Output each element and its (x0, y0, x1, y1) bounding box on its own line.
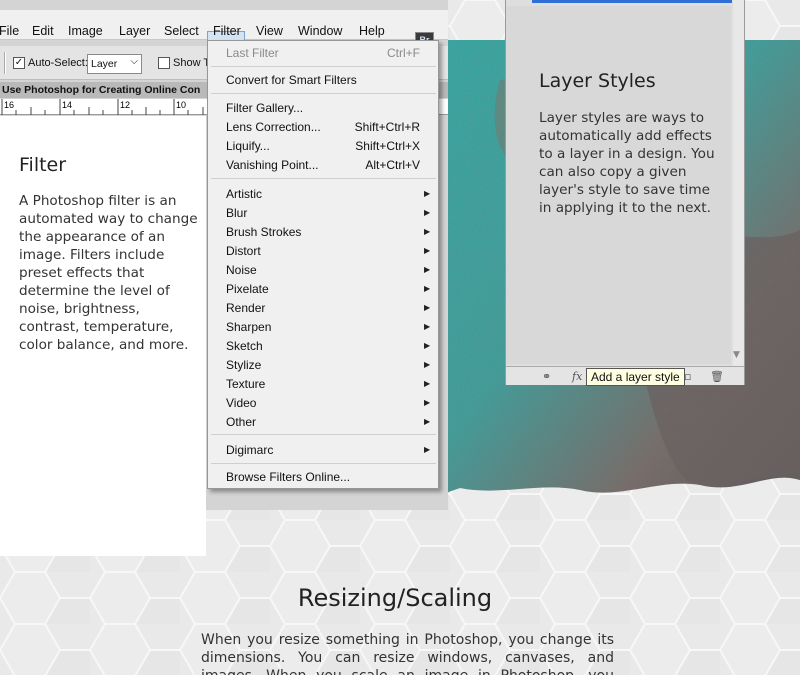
menu-edit[interactable]: Edit (32, 24, 54, 38)
menu-window[interactable]: Window (298, 24, 342, 38)
submenu-arrow-icon: ▶ (424, 246, 431, 255)
submenu-arrow-icon: ▶ (424, 284, 431, 293)
scrollbar[interactable] (733, 0, 744, 366)
trash-icon[interactable]: 🗑 (710, 370, 724, 383)
menu-item-filter-gallery[interactable]: Filter Gallery... (226, 101, 303, 115)
filter-info-card: Filter A Photoshop filter is an automate… (0, 116, 206, 556)
shortcut-liquify: Shift+Ctrl+X (355, 139, 420, 153)
menu-item-liquify[interactable]: Liquify... (226, 139, 270, 153)
menu-item-distort[interactable]: Distort (226, 244, 261, 258)
grip-handle (4, 52, 6, 74)
scroll-down-arrow-icon[interactable]: ▼ (733, 350, 740, 360)
auto-select-checkbox[interactable]: ✓ (13, 57, 25, 69)
menu-item-sketch[interactable]: Sketch (226, 339, 263, 353)
submenu-arrow-icon: ▶ (424, 227, 431, 236)
submenu-arrow-icon: ▶ (424, 322, 431, 331)
menu-item-last-filter[interactable]: Last Filter (226, 46, 279, 60)
menu-separator (211, 434, 436, 435)
panel-header-accent (532, 0, 732, 3)
resizing-description: When you resize something in Photoshop, … (201, 632, 614, 675)
submenu-arrow-icon: ▶ (424, 417, 431, 426)
menu-help[interactable]: Help (359, 24, 385, 38)
shortcut-last-filter: Ctrl+F (387, 46, 420, 60)
menu-item-digimarc[interactable]: Digimarc (226, 443, 273, 457)
menu-separator (211, 66, 436, 67)
layer-dropdown[interactable]: Layer ⌵ (87, 54, 142, 74)
menu-filter[interactable]: Filter (213, 24, 241, 38)
show-transform-label: Show T (173, 57, 211, 69)
submenu-arrow-icon: ▶ (424, 265, 431, 274)
submenu-arrow-icon: ▶ (424, 341, 431, 350)
menu-item-video[interactable]: Video (226, 396, 256, 410)
menu-item-texture[interactable]: Texture (226, 377, 265, 391)
filter-heading: Filter (19, 154, 67, 176)
menu-separator (211, 93, 436, 94)
new-layer-icon[interactable]: ▫ (684, 370, 691, 383)
filter-dropdown-menu: Last Filter Ctrl+F Convert for Smart Fil… (207, 40, 439, 489)
show-transform-checkbox[interactable] (158, 57, 170, 69)
submenu-arrow-icon: ▶ (424, 303, 431, 312)
menu-item-artistic[interactable]: Artistic (226, 187, 262, 201)
menu-item-brush-strokes[interactable]: Brush Strokes (226, 225, 301, 239)
resizing-heading: Resizing/Scaling (297, 584, 493, 612)
menu-item-render[interactable]: Render (226, 301, 265, 315)
menu-select[interactable]: Select (164, 24, 199, 38)
link-layers-icon[interactable]: ⚭ (542, 370, 551, 383)
menu-item-stylize[interactable]: Stylize (226, 358, 261, 372)
menu-separator (211, 178, 436, 179)
submenu-arrow-icon: ▶ (424, 398, 431, 407)
menu-item-noise[interactable]: Noise (226, 263, 257, 277)
menu-item-browse-filters-online[interactable]: Browse Filters Online... (226, 470, 350, 484)
menu-item-convert-smart-filters[interactable]: Convert for Smart Filters (226, 73, 357, 87)
menu-item-pixelate[interactable]: Pixelate (226, 282, 269, 296)
menu-item-blur[interactable]: Blur (226, 206, 247, 220)
submenu-arrow-icon: ▶ (424, 360, 431, 369)
menu-image[interactable]: Image (68, 24, 103, 38)
auto-select-label: Auto-Select: (28, 57, 88, 69)
menu-item-vanishing-point[interactable]: Vanishing Point... (226, 158, 319, 172)
submenu-arrow-icon: ▶ (424, 208, 431, 217)
menu-bar: File Edit Image Layer Select Filter View… (0, 10, 448, 51)
layer-styles-description: Layer styles are ways to automatically a… (539, 110, 715, 216)
menu-layer[interactable]: Layer (119, 24, 150, 38)
layer-styles-content: Layer Styles Layer styles are ways to au… (506, 6, 731, 364)
submenu-arrow-icon: ▶ (424, 379, 431, 388)
tooltip: Add a layer style (586, 368, 685, 386)
filter-description: A Photoshop filter is an automated way t… (19, 193, 198, 353)
shortcut-vanishing-point: Alt+Ctrl+V (365, 158, 420, 172)
menu-item-other[interactable]: Other (226, 415, 256, 429)
layer-styles-heading: Layer Styles (539, 70, 656, 92)
menu-item-sharpen[interactable]: Sharpen (226, 320, 271, 334)
chevron-down-icon: ⌵ (130, 56, 138, 67)
menu-file[interactable]: File (0, 24, 19, 38)
shortcut-lens-correction: Shift+Ctrl+R (354, 120, 420, 134)
layer-dropdown-value: Layer (91, 58, 118, 70)
submenu-arrow-icon: ▶ (424, 445, 431, 454)
fx-icon[interactable]: fx (572, 370, 582, 383)
layer-styles-panel: Layer Styles Layer styles are ways to au… (505, 0, 745, 385)
menu-item-lens-correction[interactable]: Lens Correction... (226, 120, 321, 134)
menu-view[interactable]: View (256, 24, 283, 38)
submenu-arrow-icon: ▶ (424, 189, 431, 198)
menu-separator (211, 463, 436, 464)
